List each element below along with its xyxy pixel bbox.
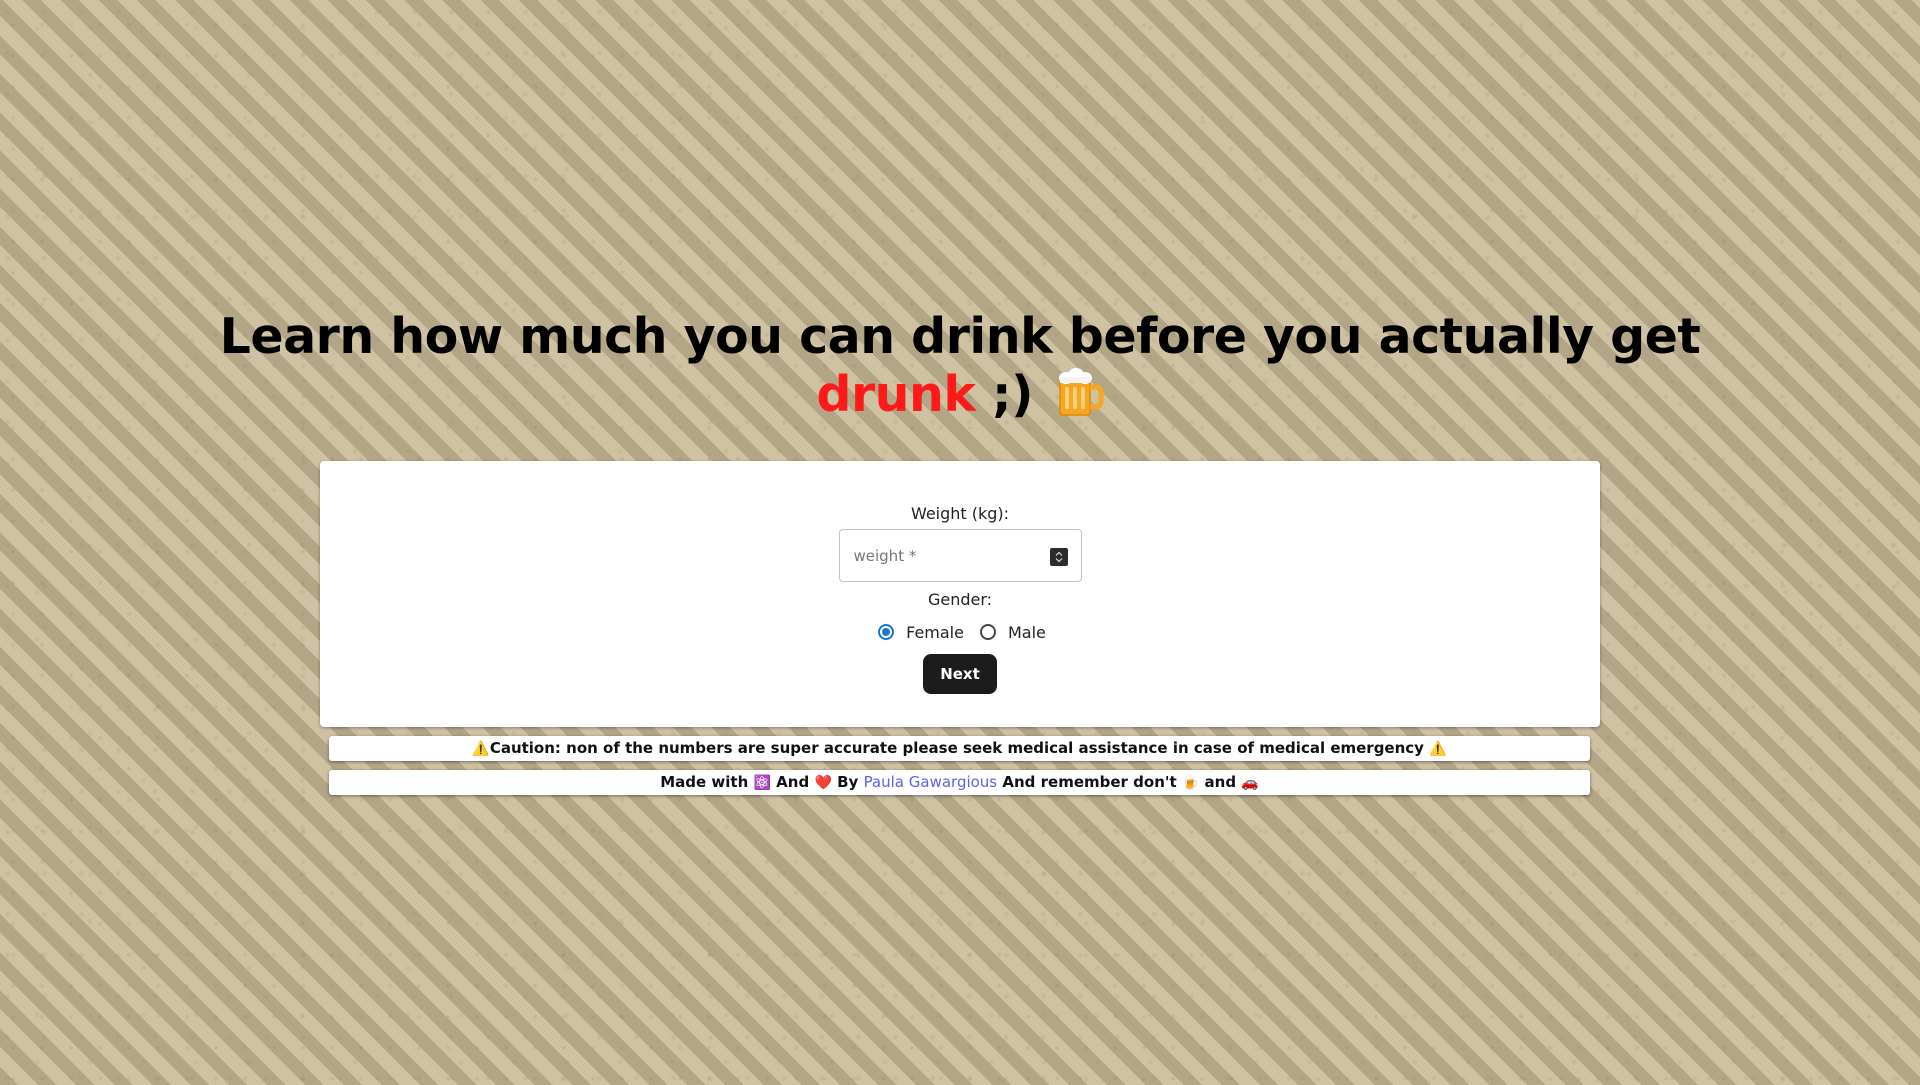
headline-wink: ;) [992, 366, 1034, 423]
gender-option-female[interactable]: Female [868, 623, 970, 642]
headline-text: Learn how much you can drink before you … [219, 308, 1701, 365]
next-button[interactable]: Next [923, 654, 997, 694]
credits-remember: And remember don't [1002, 773, 1177, 791]
weight-label: Weight (kg): [910, 504, 1010, 523]
gender-option-female-label: Female [906, 622, 964, 642]
gender-option-male-label: Male [1007, 622, 1046, 642]
radio-unchecked-icon[interactable] [979, 624, 996, 640]
number-spinner-icon[interactable] [1049, 548, 1068, 566]
weight-input[interactable] [851, 544, 1046, 568]
warning-icon: ⚠️ [1429, 741, 1447, 757]
credits-footer: Made with ⚛️ And ❤️ By Paula Gawargious … [329, 770, 1590, 795]
page-headline: Learn how much you can drink before you … [0, 308, 1920, 423]
drink-form: Weight (kg): Gender: Female Male Next [320, 461, 1600, 694]
gender-option-male[interactable]: Male [970, 623, 1052, 642]
calculator-card: Weight (kg): Gender: Female Male Next [320, 461, 1600, 727]
caution-text: Caution: non of the numbers are super ac… [489, 739, 1424, 757]
beer-icon: 🍺 [1181, 775, 1200, 791]
caution-banner: ⚠️Caution: non of the numbers are super … [329, 736, 1590, 761]
react-atom-icon: ⚛️ [753, 775, 771, 791]
author-link[interactable]: Paula Gawargious [864, 773, 998, 791]
headline-drunk-word: drunk [816, 366, 976, 423]
warning-icon: ⚠️ [472, 741, 490, 757]
credits-by: By [837, 773, 859, 791]
car-icon: 🚗 [1241, 775, 1259, 791]
radio-checked-icon[interactable] [878, 624, 895, 640]
gender-radio-group: Female Male [868, 620, 1052, 644]
credits-and: And [776, 773, 810, 791]
beer-mug-icon [1054, 365, 1104, 419]
gender-label: Gender: [927, 590, 993, 609]
weight-field[interactable] [838, 529, 1082, 582]
credits-made-with: Made with [660, 773, 749, 791]
credits-and-2: and [1204, 773, 1237, 791]
heart-icon: ❤️ [814, 775, 832, 791]
